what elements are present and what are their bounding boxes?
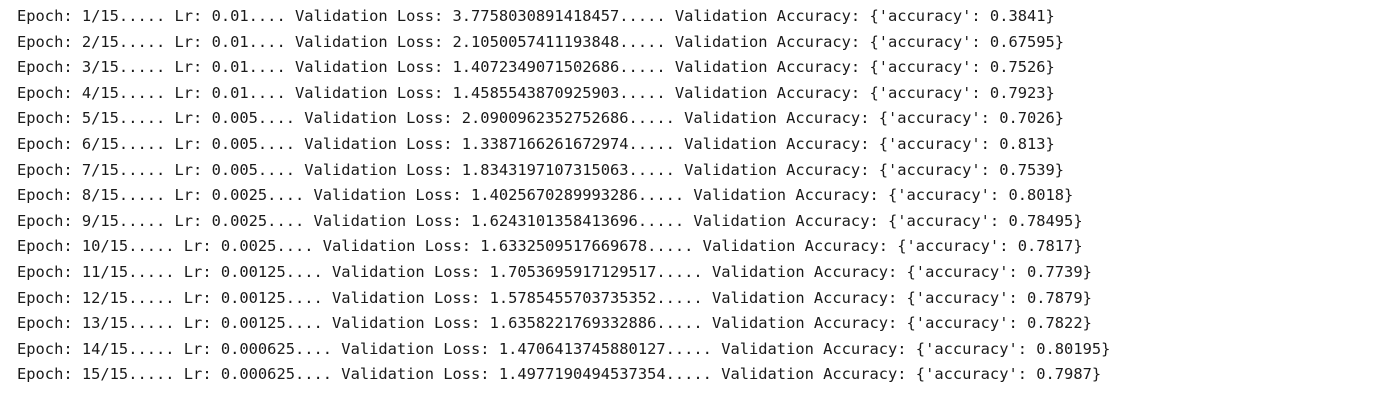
log-line-epoch-5: Epoch: 5/15..... Lr: 0.005.... Validatio… <box>17 109 1065 128</box>
output-console: Epoch: 1/15..... Lr: 0.01.... Validation… <box>0 0 1391 405</box>
log-line-epoch-10: Epoch: 10/15..... Lr: 0.0025.... Validat… <box>17 237 1083 256</box>
log-line-epoch-14: Epoch: 14/15..... Lr: 0.000625.... Valid… <box>17 339 1111 358</box>
log-line-epoch-3: Epoch: 3/15..... Lr: 0.01.... Validation… <box>17 58 1055 77</box>
log-line-epoch-15: Epoch: 15/15..... Lr: 0.000625.... Valid… <box>17 365 1102 384</box>
log-line-epoch-4: Epoch: 4/15..... Lr: 0.01.... Validation… <box>17 83 1055 102</box>
log-line-epoch-1: Epoch: 1/15..... Lr: 0.01.... Validation… <box>17 7 1055 25</box>
log-line-epoch-6: Epoch: 6/15..... Lr: 0.005.... Validatio… <box>17 134 1055 153</box>
log-line-epoch-12: Epoch: 12/15..... Lr: 0.00125.... Valida… <box>17 288 1092 307</box>
log-line-epoch-9: Epoch: 9/15..... Lr: 0.0025.... Validati… <box>17 211 1083 230</box>
log-line-epoch-2: Epoch: 2/15..... Lr: 0.01.... Validation… <box>17 32 1065 51</box>
log-line-epoch-7: Epoch: 7/15..... Lr: 0.005.... Validatio… <box>17 160 1065 179</box>
log-line-epoch-13: Epoch: 13/15..... Lr: 0.00125.... Valida… <box>17 314 1092 333</box>
log-line-epoch-8: Epoch: 8/15..... Lr: 0.0025.... Validati… <box>17 186 1074 205</box>
log-line-epoch-11: Epoch: 11/15..... Lr: 0.00125.... Valida… <box>17 262 1092 281</box>
